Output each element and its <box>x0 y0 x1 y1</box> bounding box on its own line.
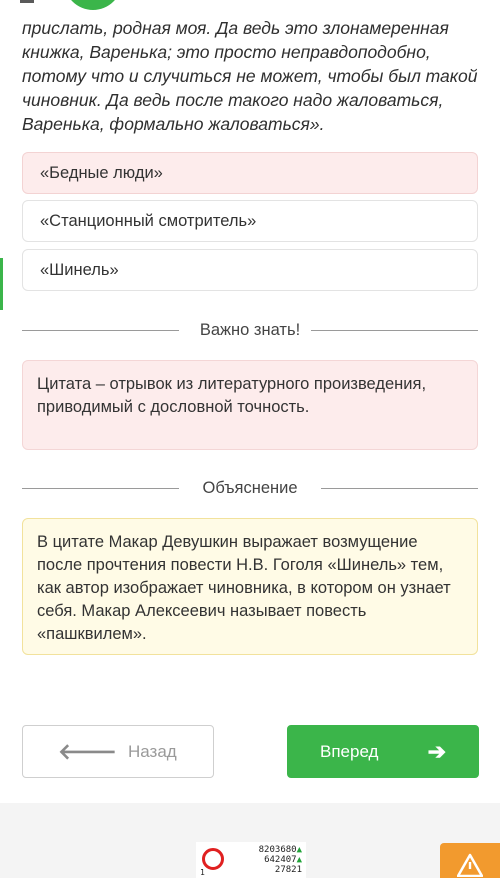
red-ring-icon <box>202 848 224 870</box>
arrow-right-icon: ➔ <box>427 739 446 764</box>
report-button[interactable] <box>440 843 500 878</box>
arrow-left-icon: 🡐 <box>58 739 117 764</box>
back-button-label: Назад <box>128 742 177 761</box>
answer-option-3[interactable]: «Шинель» <box>22 249 478 291</box>
answer-option-2[interactable]: «Станционный смотритель» <box>22 200 478 242</box>
progress-circle <box>64 0 122 10</box>
back-button[interactable]: 🡐 Назад <box>22 725 214 778</box>
important-heading: Важно знать! <box>199 321 301 339</box>
warning-icon <box>457 853 483 877</box>
banner-small-number: 1 <box>200 868 205 877</box>
counter-line-1: 8203680▲ <box>258 845 302 855</box>
selection-indicator <box>0 258 3 310</box>
counter-line-3: 27821 <box>274 865 302 875</box>
important-divider: Важно знать! <box>22 320 478 340</box>
next-button-label: Вперед <box>320 742 379 761</box>
next-button[interactable]: Вперед ➔ <box>287 725 479 778</box>
counter-banner[interactable]: 1 8203680▲ 642407▲ 27821 <box>196 842 306 878</box>
answer-option-1[interactable]: «Бедные люди» <box>22 152 478 194</box>
menu-icon-fragment[interactable] <box>20 0 34 3</box>
explanation-box: В цитате Макар Девушкин выражает возмуще… <box>22 518 478 655</box>
important-box: Цитата – отрывок из литературного произв… <box>22 360 478 450</box>
question-quote: прислать, родная моя. Да ведь это злонам… <box>22 18 478 134</box>
explanation-heading: Объяснение <box>202 479 298 497</box>
lesson-card: прислать, родная моя. Да ведь это злонам… <box>0 0 500 803</box>
explanation-divider: Объяснение <box>22 478 478 498</box>
counter-line-2: 642407▲ <box>264 855 302 865</box>
